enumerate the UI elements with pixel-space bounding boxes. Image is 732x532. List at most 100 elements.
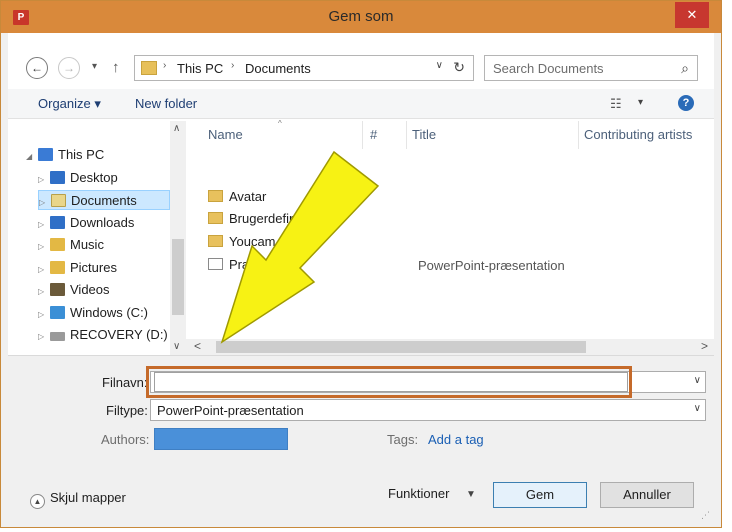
tree-item-this-pc[interactable]: ◢ This PC: [26, 145, 104, 165]
chevron-down-icon[interactable]: ∨: [694, 403, 701, 414]
column-divider[interactable]: [406, 121, 407, 149]
search-placeholder: Search Documents: [493, 61, 604, 76]
expand-arrow-icon[interactable]: ▷: [38, 215, 50, 235]
tree-item-documents[interactable]: ▷ Documents: [38, 190, 170, 210]
hide-folders-button[interactable]: ▲ Skjul mapper: [30, 490, 126, 509]
tree-item-windows-c[interactable]: ▷ Windows (C:): [38, 303, 148, 323]
window-title: Gem som: [328, 8, 394, 25]
file-title: PowerPoint-præsentation: [418, 258, 565, 273]
tree-item-pictures[interactable]: ▷ Pictures: [38, 258, 117, 278]
tree-item-label: This PC: [58, 147, 105, 162]
navigation-bar: ← → ▾ ↑ › This PC › Documents ∨ ↻ Search…: [8, 33, 714, 83]
search-icon[interactable]: ⌕: [681, 60, 689, 77]
scroll-right-icon[interactable]: >: [701, 339, 708, 353]
collapse-icon: ▲: [30, 494, 45, 509]
tree-item-label: Pictures: [70, 260, 117, 275]
title-bar[interactable]: P Gem som ✕: [1, 1, 721, 33]
tree-item-recovery-d[interactable]: ▷ RECOVERY (D:): [38, 325, 168, 345]
tree-item-label: RECOVERY (D:): [70, 327, 168, 342]
folder-icon: [208, 190, 223, 202]
scrollbar-thumb[interactable]: [172, 239, 184, 315]
save-options-pane: Filnavn: ∨ Filtype: PowerPoint-præsentat…: [8, 355, 714, 523]
tree-item-label: Music: [70, 237, 104, 252]
command-bar: Organize ▾ New folder ☷ ▾ ?: [8, 89, 714, 119]
authors-field[interactable]: [154, 428, 288, 450]
folder-icon: [208, 235, 223, 247]
search-input[interactable]: Search Documents ⌕: [484, 55, 698, 81]
resize-grip-icon[interactable]: ⋰: [701, 510, 710, 521]
filename-field[interactable]: [154, 372, 628, 392]
back-button[interactable]: ←: [26, 57, 48, 79]
help-icon[interactable]: ?: [678, 95, 694, 111]
address-dropdown-icon[interactable]: ∨: [436, 60, 443, 71]
chevron-down-icon[interactable]: ∨: [694, 375, 701, 386]
breadcrumb-documents[interactable]: Documents: [245, 61, 311, 76]
forward-button[interactable]: →: [58, 57, 80, 79]
expand-arrow-icon[interactable]: ▷: [39, 193, 51, 213]
tree-item-music[interactable]: ▷ Music: [38, 235, 104, 255]
tree-item-label: Downloads: [70, 215, 135, 230]
documents-icon: [51, 194, 66, 207]
up-button[interactable]: ↑: [112, 59, 120, 76]
tools-dropdown-icon[interactable]: ▼: [466, 489, 476, 500]
recent-locations-dropdown[interactable]: ▾: [92, 61, 97, 72]
file-name: Youcam: [229, 234, 276, 249]
expand-arrow-icon[interactable]: ◢: [26, 147, 38, 167]
list-item[interactable]: Brugerdefiner: [208, 209, 308, 229]
save-as-dialog: P Gem som ✕ ← → ▾ ↑ › This PC › Document…: [0, 0, 722, 528]
close-button[interactable]: ✕: [675, 2, 709, 28]
save-button[interactable]: Gem: [493, 482, 587, 508]
tree-item-label: Desktop: [70, 170, 118, 185]
horizontal-scrollbar[interactable]: < >: [186, 339, 714, 355]
organize-menu[interactable]: Organize ▾: [38, 96, 101, 112]
view-options-icon[interactable]: ☷: [610, 96, 622, 112]
sort-ascending-icon: ^: [278, 119, 282, 128]
column-divider[interactable]: [362, 121, 363, 149]
tree-item-videos[interactable]: ▷ Videos: [38, 280, 110, 300]
breadcrumb-this-pc[interactable]: This PC: [177, 61, 223, 76]
tree-item-label: Videos: [70, 282, 110, 297]
tree-item-desktop[interactable]: ▷ Desktop: [38, 168, 118, 188]
videos-icon: [50, 283, 65, 296]
scroll-down-icon[interactable]: ∨: [173, 341, 180, 352]
drive-icon: [50, 332, 65, 341]
hide-folders-label: Skjul mapper: [50, 490, 126, 505]
expand-arrow-icon[interactable]: ▷: [38, 305, 50, 325]
column-header-contributing-artists[interactable]: Contributing artists: [584, 127, 692, 142]
column-header-title[interactable]: Title: [412, 127, 436, 142]
expand-arrow-icon[interactable]: ▷: [38, 282, 50, 302]
scroll-up-icon[interactable]: ∧: [173, 123, 180, 134]
tree-item-label: Documents: [71, 193, 137, 208]
expand-arrow-icon[interactable]: ▷: [38, 170, 50, 190]
view-dropdown-icon[interactable]: ▾: [638, 97, 643, 108]
breadcrumb-separator-icon: ›: [163, 60, 167, 71]
expand-arrow-icon[interactable]: ▷: [38, 260, 50, 280]
drive-icon: [50, 306, 65, 319]
list-item[interactable]: Præsent: [208, 255, 278, 275]
column-header-name[interactable]: Name: [208, 127, 243, 142]
cancel-button[interactable]: Annuller: [600, 482, 694, 508]
add-tag-link[interactable]: Add a tag: [428, 432, 484, 447]
filetype-label: Filtype:: [106, 403, 148, 418]
column-divider[interactable]: [578, 121, 579, 149]
list-item[interactable]: Avatar: [208, 187, 266, 207]
tree-item-downloads[interactable]: ▷ Downloads: [38, 213, 134, 233]
list-item[interactable]: Youcam: [208, 232, 276, 252]
expand-arrow-icon[interactable]: ▷: [38, 237, 50, 257]
address-bar[interactable]: › This PC › Documents ∨ ↻: [134, 55, 474, 81]
folder-icon: [141, 61, 157, 75]
file-list: Name ^ # Title Contributing artists Avat…: [186, 119, 714, 355]
filetype-select[interactable]: PowerPoint-præsentation ∨: [150, 399, 706, 421]
column-header-number[interactable]: #: [370, 127, 377, 142]
tools-menu-button[interactable]: Funktioner: [388, 486, 449, 501]
new-folder-button[interactable]: New folder: [135, 96, 197, 111]
expand-arrow-icon[interactable]: ▷: [38, 327, 50, 347]
navigation-pane-scrollbar[interactable]: ∧ ∨: [170, 121, 186, 355]
tags-label: Tags:: [387, 432, 419, 447]
music-icon: [50, 238, 65, 251]
refresh-icon[interactable]: ↻: [453, 59, 465, 76]
scroll-left-icon[interactable]: <: [194, 339, 201, 353]
desktop-icon: [50, 171, 65, 184]
scrollbar-thumb[interactable]: [216, 341, 586, 353]
pictures-icon: [50, 261, 65, 274]
